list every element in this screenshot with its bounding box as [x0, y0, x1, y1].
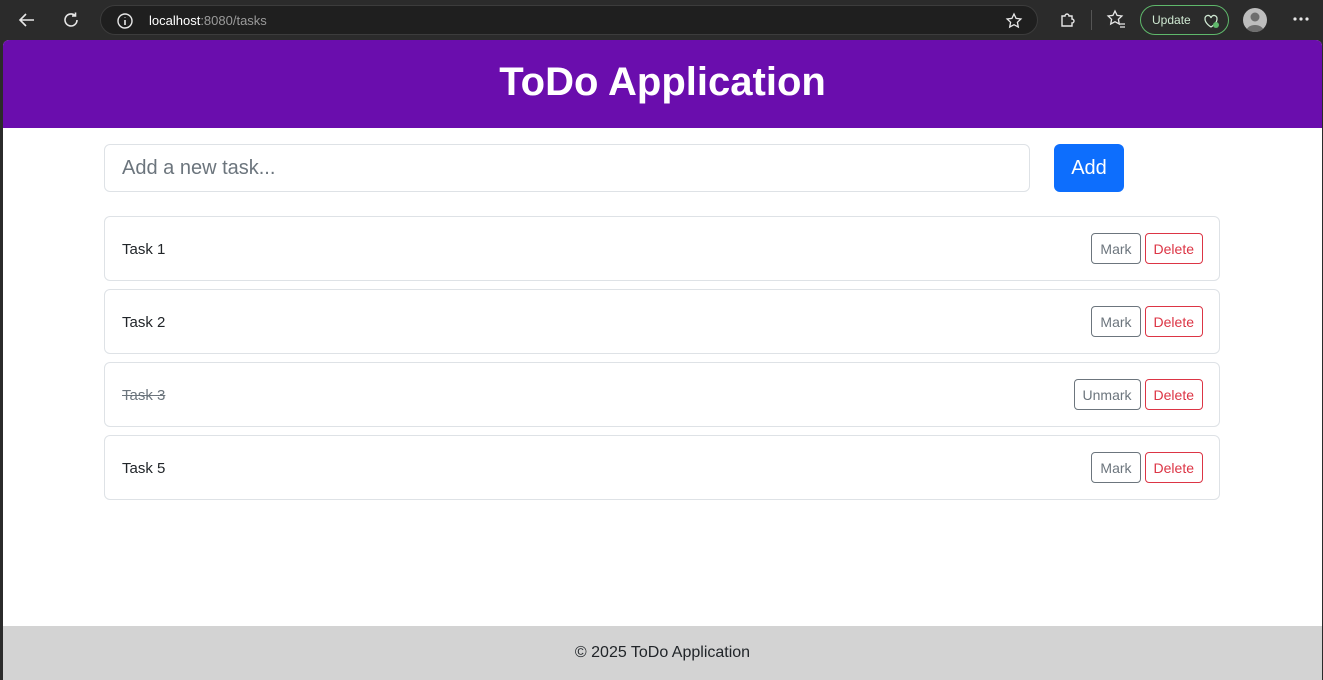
new-task-input[interactable]: [104, 144, 1030, 192]
task-actions: Mark Delete: [1091, 233, 1203, 264]
task-text: Task 3: [122, 387, 166, 404]
task-list: Task 1 Mark Delete Task 2 Mark Delete Task 3 Un…: [104, 216, 1220, 508]
star-icon[interactable]: [1005, 12, 1023, 30]
favorites-icon[interactable]: [1105, 8, 1127, 30]
more-menu-icon[interactable]: [1290, 8, 1312, 30]
extensions-icon[interactable]: [1056, 8, 1078, 30]
url-path: :8080/tasks: [200, 13, 267, 28]
task-item: Task 1 Mark Delete: [104, 216, 1220, 281]
task-item: Task 2 Mark Delete: [104, 289, 1220, 354]
mark-button[interactable]: Mark: [1091, 306, 1141, 337]
unmark-button[interactable]: Unmark: [1073, 379, 1141, 410]
address-bar[interactable]: localhost:8080/tasks: [100, 5, 1038, 35]
app-footer: © 2025 ToDo Application: [3, 626, 1322, 680]
task-item: Task 3 Unmark Delete: [104, 362, 1220, 427]
reload-icon: [64, 12, 78, 27]
task-item: Task 5 Mark Delete: [104, 435, 1220, 500]
task-actions: Unmark Delete: [1073, 379, 1203, 410]
page-content: ToDo Application Add Task 1MarkDeleteTas…: [3, 40, 1322, 680]
delete-button[interactable]: Delete: [1144, 379, 1203, 410]
url-text: localhost:8080/tasks: [149, 13, 267, 28]
delete-button[interactable]: Delete: [1144, 306, 1203, 337]
toolbar-separator: [1091, 10, 1092, 30]
mark-button[interactable]: Mark: [1091, 452, 1141, 483]
task-actions: Mark Delete: [1091, 452, 1203, 483]
reload-button[interactable]: [57, 6, 85, 34]
app-header: ToDo Application: [3, 40, 1322, 128]
info-icon[interactable]: [116, 12, 134, 30]
user-icon: [1246, 12, 1264, 32]
task-text: Task 5: [122, 460, 166, 477]
add-task-button[interactable]: Add: [1054, 144, 1124, 192]
delete-button[interactable]: Delete: [1144, 233, 1203, 264]
update-button[interactable]: Update: [1140, 5, 1229, 35]
page-title: ToDo Application: [499, 59, 826, 104]
delete-button[interactable]: Delete: [1144, 452, 1203, 483]
arrow-left-icon: [18, 13, 34, 27]
heart-pulse-icon: [1204, 14, 1219, 28]
update-label: Update: [1152, 13, 1191, 27]
footer-text: © 2025 ToDo Application: [574, 644, 751, 661]
back-button[interactable]: [13, 6, 41, 34]
url-host: localhost: [149, 13, 201, 28]
mark-button[interactable]: Mark: [1091, 233, 1141, 264]
task-actions: Mark Delete: [1091, 306, 1203, 337]
profile-avatar[interactable]: [1243, 8, 1267, 32]
browser-toolbar: localhost:8080/tasks Update: [0, 0, 1323, 40]
task-text: Task 1: [122, 241, 166, 258]
task-text: Task 2: [122, 314, 166, 331]
